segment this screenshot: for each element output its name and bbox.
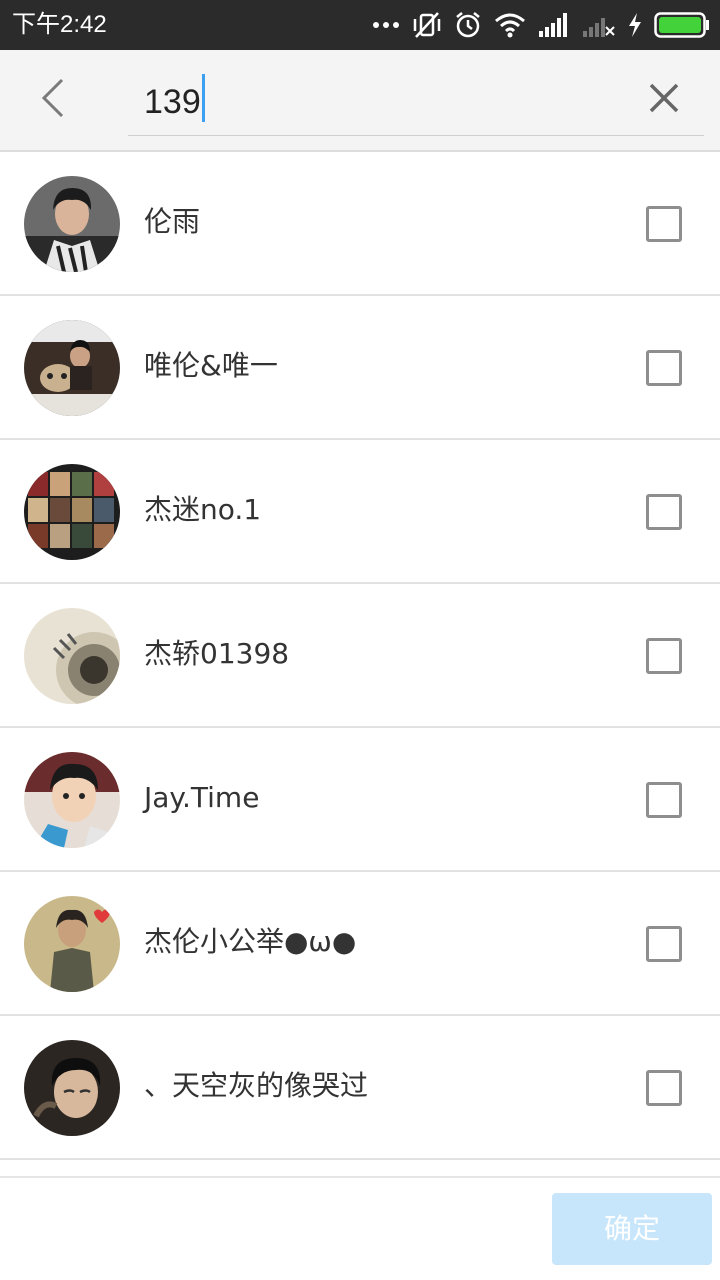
contact-name: 伦雨	[144, 205, 201, 238]
vibrate-off-icon	[412, 11, 442, 39]
back-button[interactable]	[26, 72, 80, 128]
search-header: 139	[0, 50, 720, 152]
status-time: 下午2:42	[12, 11, 107, 38]
close-icon	[648, 82, 680, 118]
avatar	[24, 752, 120, 848]
battery-icon	[654, 12, 710, 38]
contact-name: 、天空灰的像哭过	[144, 1069, 369, 1102]
alarm-icon	[454, 11, 482, 39]
search-input-value: 139	[144, 83, 201, 121]
charging-icon	[628, 13, 642, 37]
wifi-icon	[494, 12, 526, 38]
list-item[interactable]: 杰伦小公举●ω●	[0, 872, 720, 1016]
list-item[interactable]: 伦雨	[0, 152, 720, 296]
select-checkbox[interactable]	[646, 206, 682, 242]
contact-name: 杰迷no.1	[144, 493, 262, 526]
contact-name: 唯伦&唯一	[144, 349, 278, 382]
contact-list: 伦雨 唯伦&唯一 杰迷no.1 杰轿01398 Jay.Time 杰伦小公举●ω…	[0, 152, 720, 1160]
list-item[interactable]: 、天空灰的像哭过	[0, 1016, 720, 1160]
avatar	[24, 464, 120, 560]
list-item[interactable]: 唯伦&唯一	[0, 296, 720, 440]
select-checkbox[interactable]	[646, 782, 682, 818]
status-bar: 下午2:42	[0, 0, 720, 50]
status-icons	[372, 0, 710, 50]
avatar	[24, 1040, 120, 1136]
bottom-bar: 确定	[0, 1176, 720, 1280]
avatar	[24, 176, 120, 272]
select-checkbox[interactable]	[646, 638, 682, 674]
contact-name: 杰轿01398	[144, 637, 290, 670]
avatar	[24, 896, 120, 992]
select-checkbox[interactable]	[646, 350, 682, 386]
more-dots-icon	[372, 20, 400, 30]
text-cursor	[202, 74, 205, 122]
search-input[interactable]: 139	[128, 72, 704, 136]
contact-name: Jay.Time	[144, 781, 260, 814]
chevron-left-icon	[38, 76, 68, 124]
select-checkbox[interactable]	[646, 926, 682, 962]
list-item[interactable]: 杰轿01398	[0, 584, 720, 728]
contact-name: 杰伦小公举●ω●	[144, 925, 357, 958]
list-item[interactable]: 杰迷no.1	[0, 440, 720, 584]
confirm-button[interactable]: 确定	[552, 1193, 712, 1265]
list-item[interactable]: Jay.Time	[0, 728, 720, 872]
avatar	[24, 608, 120, 704]
signal-icon	[538, 13, 570, 37]
select-checkbox[interactable]	[646, 494, 682, 530]
clear-search-button[interactable]	[640, 74, 688, 126]
avatar	[24, 320, 120, 416]
signal-no-sim-icon	[582, 13, 616, 37]
select-checkbox[interactable]	[646, 1070, 682, 1106]
